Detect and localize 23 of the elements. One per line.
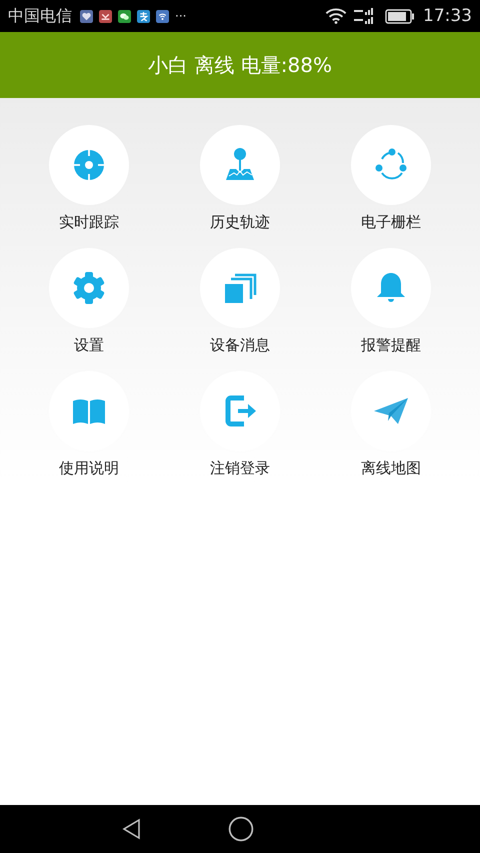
menu-label: 报警提醒 xyxy=(361,336,421,355)
menu-label: 历史轨迹 xyxy=(210,213,270,232)
more-notifications: ··· xyxy=(175,9,186,23)
home-icon[interactable] xyxy=(228,816,254,842)
carrier-name: 中国电信 xyxy=(8,6,72,26)
payment-app-icon xyxy=(137,10,150,22)
menu-label: 离线地图 xyxy=(361,459,421,478)
clock-time: 17:33 xyxy=(423,6,472,26)
heart-app-icon xyxy=(80,10,93,22)
missed-call-icon xyxy=(99,10,112,22)
header-title: 小白 离线 电量:88% xyxy=(148,52,332,78)
menu-label: 注销登录 xyxy=(210,459,270,478)
wifi-app-icon xyxy=(156,10,169,22)
signal-icon xyxy=(353,7,375,25)
menu-label: 实时跟踪 xyxy=(59,213,119,232)
menu-label: 设置 xyxy=(74,336,104,355)
chat-app-icon xyxy=(118,10,131,22)
back-icon[interactable] xyxy=(122,818,142,840)
wifi-icon xyxy=(325,8,347,24)
battery-icon xyxy=(385,8,415,24)
menu-label: 电子栅栏 xyxy=(361,213,421,232)
menu-label: 使用说明 xyxy=(59,459,119,478)
menu-label: 设备消息 xyxy=(210,336,270,355)
